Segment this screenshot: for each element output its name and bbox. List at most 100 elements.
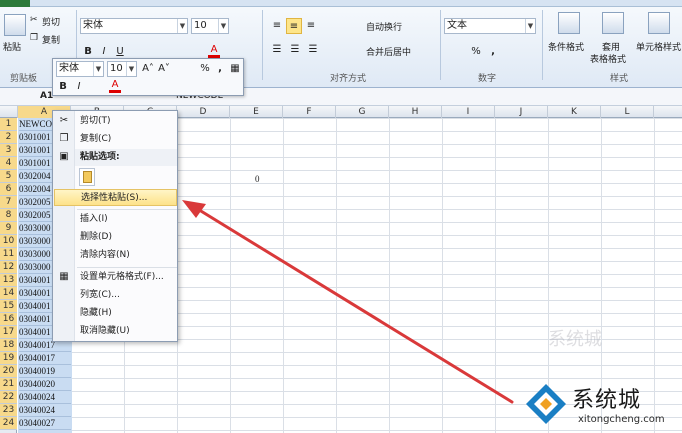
row-header[interactable]: 5 [0,170,17,183]
row-header[interactable]: 20 [0,365,17,378]
column-header-i[interactable]: I [442,106,495,118]
copy-icon[interactable]: ❐ [30,33,38,43]
menu-item-cut[interactable]: 剪切(T) [75,113,177,130]
menu-item-insert[interactable]: 插入(I) [75,211,177,228]
table-format-icon[interactable] [602,12,624,34]
column-header-l[interactable]: L [601,106,654,118]
conditional-format-button[interactable]: 条件格式 [548,40,584,53]
row-header[interactable]: 15 [0,300,17,313]
row-header-column: 1 2 3 4 5 6 7 8 9 10 11 12 13 14 15 16 17 18 19 20 21 22 23 24 [0,118,17,433]
row-header[interactable]: 6 [0,183,17,196]
row-header[interactable]: 19 [0,352,17,365]
mini-italic-button[interactable]: I [73,79,85,95]
paste-icon: ▣ [59,151,69,162]
row-header[interactable]: 12 [0,261,17,274]
chevron-down-icon[interactable]: ▼ [126,62,136,76]
row-header[interactable]: 2 [0,131,17,144]
row-header[interactable]: 23 [0,404,17,417]
percent-button[interactable]: % [470,44,482,60]
menu-item-clear-contents[interactable]: 清除内容(N) [75,247,177,264]
align-right-icon[interactable]: ☰ [306,42,320,58]
menu-item-hide[interactable]: 隐藏(H) [75,305,177,322]
menu-item-paste-special[interactable]: 选择性粘贴(S)... [54,189,177,206]
row-header[interactable]: 7 [0,196,17,209]
menu-item-format-cells[interactable]: 设置单元格格式(F)... [75,269,177,286]
mini-size-combo[interactable]: 10 ▼ [107,61,137,77]
mini-comma-button[interactable]: , [215,61,225,77]
cell-styles-icon[interactable] [648,12,670,34]
align-top-icon[interactable]: ≡ [270,18,284,34]
merge-center-button[interactable]: 合并后居中 [366,45,411,58]
paste-option-icon[interactable] [79,168,95,186]
mini-font-color-button[interactable]: A [109,79,121,93]
menu-header-paste-options: 粘贴选项: [75,149,177,166]
column-header-d[interactable]: D [177,106,230,118]
row-header[interactable]: 4 [0,157,17,170]
select-all-corner[interactable] [0,106,18,118]
cell-e6[interactable]: 0 [255,174,260,184]
number-format-combo[interactable]: 文本 ▼ [444,18,536,34]
chevron-down-icon[interactable]: ▼ [525,19,535,33]
cell-styles-button[interactable]: 单元格样式 [636,40,681,53]
tab-file[interactable] [0,0,30,7]
cell-a[interactable]: 03040017 [19,352,71,365]
row-header[interactable]: 1 [0,118,17,131]
column-header-k[interactable]: K [548,106,601,118]
font-color-button[interactable]: A [208,44,220,58]
column-header-f[interactable]: F [283,106,336,118]
paste-button[interactable]: 粘贴 [3,40,21,53]
row-header[interactable]: 22 [0,391,17,404]
cut-button[interactable]: 剪切 [42,15,60,28]
mini-bold-button[interactable]: B [57,79,69,95]
row-header[interactable]: 3 [0,144,17,157]
font-name-combo[interactable]: 宋体 ▼ [80,18,188,34]
menu-item-column-width[interactable]: 列宽(C)... [75,287,177,304]
menu-item-delete[interactable]: 删除(D) [75,229,177,246]
column-header-j[interactable]: J [495,106,548,118]
shrink-font-button[interactable]: A˅ [157,61,171,77]
column-header-e[interactable]: E [230,106,283,118]
align-middle-icon[interactable]: ≡ [286,18,302,34]
row-header[interactable]: 16 [0,313,17,326]
number-group-label: 数字 [478,74,497,84]
comma-button[interactable]: , [488,44,498,60]
row-header[interactable]: 18 [0,339,17,352]
font-size-combo[interactable]: 10 ▼ [191,18,229,34]
group-divider [262,10,263,80]
chevron-down-icon[interactable]: ▼ [218,19,228,33]
mini-percent-button[interactable]: % [199,61,211,77]
align-bottom-icon[interactable]: ≡ [304,18,318,34]
cell-a[interactable]: 03040019 [19,365,71,378]
format-painter-icon[interactable]: ▦ [229,61,241,77]
align-center-icon[interactable]: ☰ [288,42,302,58]
table-format-button-line2[interactable]: 表格格式 [590,52,626,65]
cell-a[interactable]: 03040024 [19,404,71,417]
mini-toolbar: 宋体 ▼ 10 ▼ A˄ A˅ % , B I A ▦ [52,58,244,96]
row-header[interactable]: 10 [0,235,17,248]
column-header-g[interactable]: G [336,106,389,118]
grow-font-button[interactable]: A˄ [141,61,155,77]
row-header[interactable]: 14 [0,287,17,300]
cell-a[interactable]: 03040020 [19,378,71,391]
row-header[interactable]: 9 [0,222,17,235]
cell-a[interactable]: 03040027 [19,417,71,430]
wrap-text-button[interactable]: 自动换行 [366,20,402,33]
row-header[interactable]: 13 [0,274,17,287]
row-header[interactable]: 8 [0,209,17,222]
menu-item-copy[interactable]: 复制(C) [75,131,177,148]
copy-button[interactable]: 复制 [42,33,60,46]
chevron-down-icon[interactable]: ▼ [93,62,103,76]
chevron-down-icon[interactable]: ▼ [177,19,187,33]
conditional-format-icon[interactable] [558,12,580,34]
column-header-h[interactable]: H [389,106,442,118]
mini-font-combo[interactable]: 宋体 ▼ [56,61,104,77]
cell-a[interactable]: 03040024 [19,391,71,404]
row-header[interactable]: 11 [0,248,17,261]
row-header[interactable]: 17 [0,326,17,339]
cut-icon[interactable]: ✂ [30,15,38,25]
menu-item-unhide[interactable]: 取消隐藏(U) [75,323,177,340]
row-header[interactable]: 24 [0,417,17,430]
align-left-icon[interactable]: ☰ [270,42,284,58]
row-header[interactable]: 21 [0,378,17,391]
paste-icon[interactable] [4,14,26,36]
